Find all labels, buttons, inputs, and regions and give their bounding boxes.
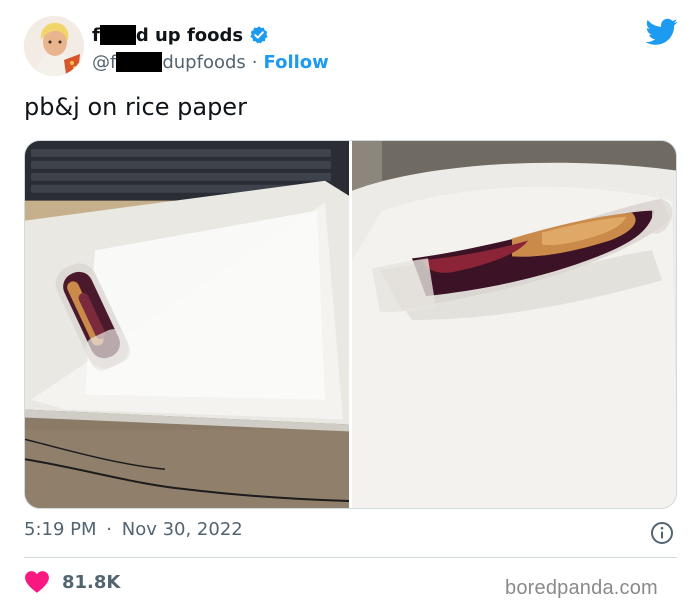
separator-dot: · (251, 51, 258, 73)
photo-plate-keyboard[interactable] (25, 141, 349, 508)
redaction-bar (116, 52, 163, 72)
tweet-timestamp[interactable]: 5:19 PM · Nov 30, 2022 (24, 519, 243, 540)
handle-row: @f dupfoods · Follow (92, 49, 329, 75)
avatar[interactable] (24, 16, 84, 76)
tweet-text: pb&j on rice paper (24, 93, 247, 121)
handle-end[interactable]: dupfoods (162, 52, 245, 73)
photo-roll-closeup[interactable] (352, 141, 677, 508)
info-icon[interactable] (650, 521, 674, 545)
handle-start: @f (92, 51, 117, 73)
verified-badge-icon (250, 26, 268, 44)
follow-button[interactable]: Follow (264, 52, 329, 73)
tweet-media[interactable] (24, 140, 677, 509)
display-name-start: f (92, 24, 100, 46)
avatar-image (24, 16, 84, 76)
like-stat[interactable]: 81.8K (24, 570, 120, 594)
tweet-time: 5:19 PM (24, 519, 97, 540)
display-name[interactable]: f d up foods (92, 23, 329, 47)
watermark: boredpanda.com (505, 577, 658, 599)
separator-dot: · (106, 519, 112, 540)
divider (24, 557, 677, 558)
heart-icon[interactable] (24, 570, 50, 594)
display-name-end: d up foods (135, 24, 244, 46)
tweet-date: Nov 30, 2022 (121, 519, 243, 540)
like-count: 81.8K (62, 571, 121, 593)
author-names: f d up foods @f dupfoods · Follow (92, 23, 329, 75)
tweet-header: f d up foods @f dupfoods · Follow (24, 16, 684, 80)
twitter-bird-icon[interactable] (646, 18, 678, 46)
redaction-bar (99, 25, 136, 45)
